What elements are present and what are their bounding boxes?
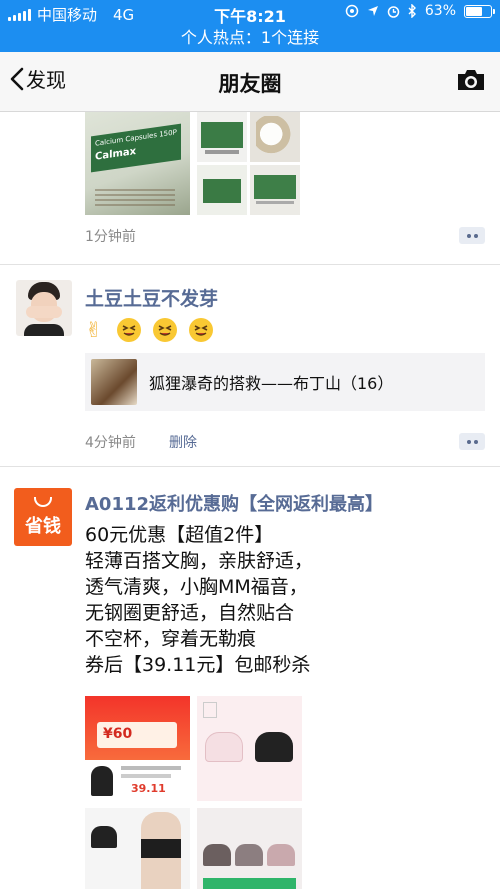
tongue-emoji-icon xyxy=(152,317,177,342)
tongue-emoji-icon xyxy=(116,317,141,342)
post-photo[interactable] xyxy=(197,112,247,162)
hotspot-icon xyxy=(345,4,359,18)
nav-bar: 发现 朋友圈 xyxy=(0,52,500,112)
post-photo[interactable] xyxy=(250,112,300,162)
product-price: 39.11 xyxy=(131,782,166,795)
camera-button[interactable] xyxy=(456,68,486,96)
post-photo[interactable] xyxy=(197,165,247,215)
comment-button[interactable] xyxy=(459,433,485,450)
camera-icon xyxy=(458,70,484,90)
article-thumbnail xyxy=(91,359,137,405)
post-photo[interactable]: Calcium Capsules 150P Calmax xyxy=(85,112,190,215)
avatar[interactable] xyxy=(16,280,72,336)
post-divider xyxy=(0,466,500,467)
tongue-emoji-icon xyxy=(188,317,213,342)
post-text-line: 不空杯，穿着无勒痕 xyxy=(85,628,257,650)
cart-handle-icon xyxy=(34,497,52,507)
avatar[interactable]: 省钱 xyxy=(14,488,72,546)
status-icons: 63% xyxy=(345,3,495,19)
post-author[interactable]: A0112返利优惠购【全网返利最高】 xyxy=(85,490,383,516)
alarm-icon xyxy=(387,5,400,18)
post-time: 4分钟前 xyxy=(85,435,136,451)
more-dot-icon xyxy=(473,233,478,238)
post-text-line: 透气清爽，小胸MM福音， xyxy=(85,576,308,598)
post-author[interactable]: 土豆土豆不发芽 xyxy=(85,284,218,311)
comment-button[interactable] xyxy=(459,227,485,244)
article-title: 狐狸瀑奇的搭救——布丁山（16） xyxy=(149,374,394,393)
avatar-label: 省钱 xyxy=(25,516,61,537)
status-bar: 中国移动 4G 下午8:21 63% xyxy=(0,0,500,26)
bluetooth-icon xyxy=(408,4,416,18)
coupon-value: ¥60 xyxy=(103,726,133,742)
more-dot-icon xyxy=(466,439,471,444)
location-icon xyxy=(367,6,378,16)
post-text: ✌ xyxy=(85,316,219,344)
post-text: 60元优惠【超值2件】 轻薄百搭文胸，亲肤舒适， 透气清爽，小胸MM福音， 无钢… xyxy=(85,522,485,678)
post-text-line: 无钢圈更舒适，自然贴合 xyxy=(85,602,295,624)
more-dot-icon xyxy=(466,233,471,238)
post-photo[interactable] xyxy=(250,165,300,215)
post-time: 1分钟前 xyxy=(85,229,136,245)
post-photo[interactable] xyxy=(197,696,302,801)
victory-emoji: ✌ xyxy=(85,317,103,342)
battery-icon xyxy=(464,4,495,18)
battery-percent: 63% xyxy=(424,3,456,19)
hotspot-banner[interactable]: 个人热点：1个连接 xyxy=(0,26,500,52)
post-text-line: 轻薄百搭文胸，亲肤舒适， xyxy=(85,550,314,572)
post-divider xyxy=(0,264,500,265)
more-dot-icon xyxy=(473,439,478,444)
post-text-line: 60元优惠【超值2件】 xyxy=(85,524,274,546)
post-photo[interactable]: ¥60 39.11 xyxy=(85,696,190,801)
shared-article-card[interactable]: 狐狸瀑奇的搭救——布丁山（16） xyxy=(85,353,485,411)
post-photo[interactable] xyxy=(197,808,302,889)
moments-feed[interactable]: Calcium Capsules 150P Calmax 1分钟前 土豆土豆不发… xyxy=(0,112,500,889)
post-text-line: 券后【39.11元】包邮秒杀 xyxy=(85,654,311,676)
page-title: 朋友圈 xyxy=(218,72,282,96)
post-photo[interactable] xyxy=(85,808,190,889)
delete-button[interactable]: 删除 xyxy=(169,432,197,452)
